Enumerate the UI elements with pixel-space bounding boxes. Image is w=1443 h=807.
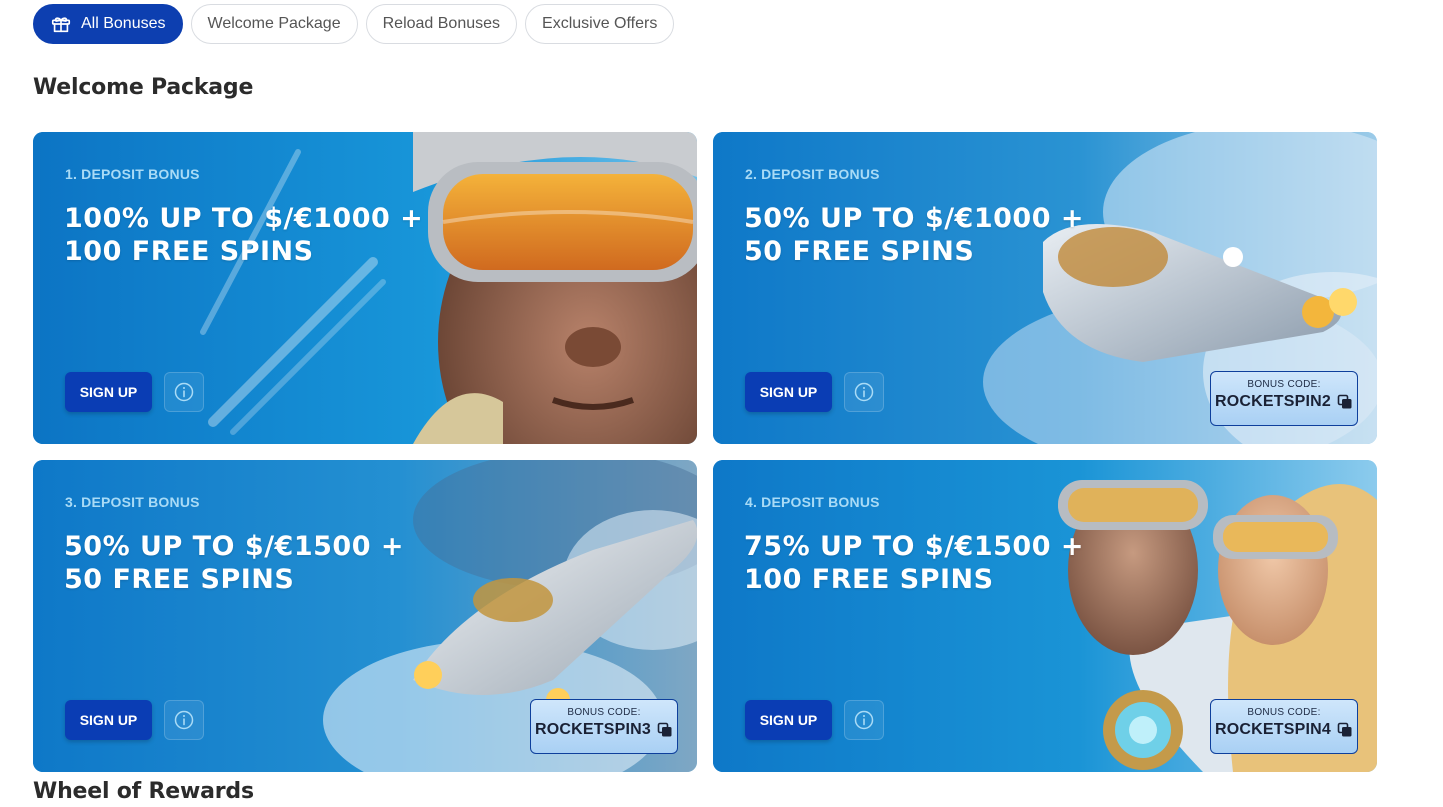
info-icon [174, 382, 194, 402]
copy-icon [1337, 394, 1353, 410]
bonus-headline: 50% UP TO $/€1500 + 50 FREE SPINS [64, 531, 405, 595]
section-title-welcome: Welcome Package [33, 75, 254, 100]
copy-icon [657, 722, 673, 738]
copy-icon [1337, 722, 1353, 738]
info-button[interactable] [844, 700, 884, 740]
bonus-label: 4. DEPOSIT BONUS [745, 494, 880, 510]
bonus-headline: 100% UP TO $/€1000 + 100 FREE SPINS [64, 203, 424, 267]
bonus-code-label: BONUS CODE: [567, 707, 641, 718]
info-button[interactable] [164, 700, 204, 740]
bonus-filter-tabs: All Bonuses Welcome Package Reload Bonus… [33, 4, 675, 44]
bonus-code-value: ROCKETSPIN4 [1215, 721, 1331, 738]
bonus-headline: 75% UP TO $/€1500 + 100 FREE SPINS [744, 531, 1085, 595]
bonus-code-value: ROCKETSPIN2 [1215, 393, 1331, 410]
info-button[interactable] [844, 372, 884, 412]
tab-reload-bonuses[interactable]: Reload Bonuses [365, 4, 518, 44]
bonus-card-4: 4. DEPOSIT BONUS 75% UP TO $/€1500 + 100… [713, 460, 1377, 772]
section-title-wheel: Wheel of Rewards [33, 779, 254, 804]
bonus-label: 1. DEPOSIT BONUS [65, 166, 200, 182]
bonus-code-label: BONUS CODE: [1247, 379, 1321, 390]
tab-exclusive-offers[interactable]: Exclusive Offers [525, 4, 675, 44]
sign-up-button[interactable]: SIGN UP [65, 700, 152, 740]
tab-welcome-package[interactable]: Welcome Package [190, 4, 358, 44]
bonus-code-box[interactable]: BONUS CODE: ROCKETSPIN2 [1210, 371, 1358, 426]
info-icon [174, 710, 194, 730]
bonus-label: 2. DEPOSIT BONUS [745, 166, 880, 182]
bonus-code-label: BONUS CODE: [1247, 707, 1321, 718]
bonus-headline: 50% UP TO $/€1000 + 50 FREE SPINS [744, 203, 1085, 267]
bonus-card-3: 3. DEPOSIT BONUS 50% UP TO $/€1500 + 50 … [33, 460, 697, 772]
bonus-code-box[interactable]: BONUS CODE: ROCKETSPIN4 [1210, 699, 1358, 754]
info-icon [854, 382, 874, 402]
tab-label: Reload Bonuses [382, 15, 501, 32]
sign-up-button[interactable]: SIGN UP [745, 700, 832, 740]
bonus-card-2: 2. DEPOSIT BONUS 50% UP TO $/€1000 + 50 … [713, 132, 1377, 444]
tab-label: Exclusive Offers [542, 15, 658, 32]
info-button[interactable] [164, 372, 204, 412]
tab-label: All Bonuses [81, 15, 166, 32]
bonus-label: 3. DEPOSIT BONUS [65, 494, 200, 510]
sign-up-button[interactable]: SIGN UP [745, 372, 832, 412]
gift-icon [50, 13, 72, 35]
bonus-code-box[interactable]: BONUS CODE: ROCKETSPIN3 [530, 699, 678, 754]
tab-all-bonuses[interactable]: All Bonuses [33, 4, 183, 44]
bonus-card-1: 1. DEPOSIT BONUS 100% UP TO $/€1000 + 10… [33, 132, 697, 444]
bonus-code-value: ROCKETSPIN3 [535, 721, 651, 738]
tab-label: Welcome Package [207, 15, 341, 32]
sign-up-button[interactable]: SIGN UP [65, 372, 152, 412]
info-icon [854, 710, 874, 730]
